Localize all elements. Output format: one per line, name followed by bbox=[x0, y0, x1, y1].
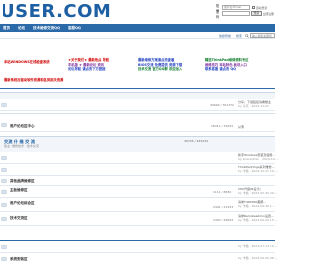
category-header bbox=[0, 92, 275, 99]
notice-col-4: 精选ThinkPad维修资料专区 维修技巧 本站特色 板块入口 联系客服 请点击… bbox=[205, 58, 249, 72]
auto-login-checkbox[interactable] bbox=[252, 6, 255, 9]
last-post-by: by zhanadmin · 2024-10-... bbox=[238, 157, 279, 161]
login-button[interactable]: 登录 bbox=[251, 11, 262, 16]
quick-nav-link[interactable]: 快捷导航 bbox=[219, 34, 231, 38]
username-input[interactable]: 用户名/Email bbox=[222, 5, 250, 10]
forum-status: 从未 bbox=[238, 125, 245, 129]
category-stats: 39725 / 443234 bbox=[184, 139, 208, 143]
forum-last-post: 新手Windows安装及使用... by zhanadmin · 2024-10… bbox=[238, 153, 279, 161]
forum-row[interactable]: 用户论坛区中心 18311 / 31003 从未 bbox=[0, 118, 275, 132]
forum-row[interactable]: by 卡格 · 2024-07-14 10:... bbox=[0, 241, 278, 253]
forum-stats: 30690 / 761372 bbox=[210, 103, 234, 107]
forum-row[interactable]: 系统安装区 by 卡格 · 2024-06-26 06:... bbox=[0, 253, 278, 267]
forum-row[interactable]: ThinkPad/Yoga系列维修... by 卡格 · 2024-10-21 … bbox=[0, 164, 278, 176]
forum-row[interactable]: 技术交流区 1493 / 29093 请求Remoteadmin设置... by… bbox=[0, 212, 278, 226]
forum-row[interactable]: 新手Windows安装及使用... by zhanadmin · 2024-10… bbox=[0, 152, 279, 164]
forum-stats: 18311 / 31003 bbox=[211, 124, 234, 128]
nav-home[interactable]: 首页 bbox=[3, 26, 10, 31]
last-post-by: by 卡格 · 2024-10-21 10:... bbox=[238, 169, 278, 173]
banner-link[interactable]: 最新系统及驱动软件资源和各类相关资源 bbox=[4, 78, 63, 83]
notice-link[interactable]: 联系客服 请点击 QQ bbox=[205, 67, 249, 72]
forum-last-post: 分享，下载链接请看楼主 by 今天 · 2024-11-07 bbox=[238, 100, 271, 108]
nav-tech-qq[interactable]: 技术维修交流QQ bbox=[33, 26, 60, 31]
notice-col-1: 本站WINDOWS在线检查系统 bbox=[4, 60, 50, 65]
forum-stats: 2491 / 11323 bbox=[213, 205, 234, 209]
notice-link[interactable]: 本站WINDOWS在线检查系统 bbox=[4, 60, 50, 65]
forum-stats: 1111 / 8830 bbox=[213, 190, 232, 194]
site-logo[interactable]: USER.COM bbox=[0, 3, 111, 21]
site-header: USER.COM 账号 用户名/Email 自动登录 密码 登录 立即注册 bbox=[0, 0, 275, 24]
category-header: 交流 什 维 交 流 版主: 维修技术 · 技术交流 39725 / 44323… bbox=[0, 136, 275, 152]
forum-icon bbox=[1, 217, 7, 221]
forum-name[interactable]: 系统安装区 bbox=[10, 257, 28, 262]
forum-last-post: by 卡格 · 2024-07-14 10:... bbox=[238, 244, 278, 248]
forum-last-post: CPU升级(B设计) by 卡格 · 2024-05-30 20:... bbox=[238, 187, 278, 195]
divider bbox=[0, 88, 275, 89]
forum-row[interactable]: 其他品牌维修区 bbox=[0, 176, 275, 186]
search-link[interactable]: 搜索 bbox=[236, 34, 242, 38]
password-input[interactable] bbox=[222, 11, 250, 16]
last-post-by: by 卡格 · 2024-06-26 06:... bbox=[238, 256, 278, 260]
login-panel: 账号 用户名/Email 自动登录 密码 登录 立即注册 bbox=[216, 4, 275, 19]
forum-icon bbox=[1, 103, 7, 107]
forum-name[interactable]: 用户论坛区中心 bbox=[10, 124, 35, 129]
last-post-by: by 卡格 · 2024-07-14 10:... bbox=[238, 244, 278, 248]
search-input[interactable]: 输入搜索关键词 bbox=[250, 33, 275, 38]
notice-area: 本站WINDOWS在线检查系统 ★关于我们★ 最新热点 导航 手机版 ★ 最新论… bbox=[0, 42, 275, 72]
forum-icon bbox=[1, 203, 7, 207]
nav-forum[interactable]: 论坛 bbox=[18, 26, 25, 31]
forum-last-post: 请求Remoteadmin设置... by 卡格 · 2024-06-20 15… bbox=[238, 214, 278, 222]
forum-row[interactable]: 用户论坛综合区 2491 / 11323 请求T490T60黑屏... by 卡… bbox=[0, 198, 275, 212]
forum-icon bbox=[1, 123, 7, 127]
forum-icon bbox=[1, 168, 7, 172]
forum-last-post: 请求T490T60黑屏... by 卡格 · 2024-09-30 1... bbox=[238, 200, 275, 208]
forum-name[interactable]: 其他品牌维修区 bbox=[10, 179, 35, 184]
last-post-by: by 今天 · 2024-11-07 bbox=[238, 104, 269, 108]
login-pass-row: 密码 登录 立即注册 bbox=[216, 10, 275, 19]
forum-name[interactable]: 主板维修区 bbox=[10, 188, 28, 193]
forum-icon bbox=[1, 179, 7, 183]
auto-login-label: 自动登录 bbox=[256, 5, 268, 10]
forum-icon bbox=[1, 190, 7, 194]
forum-row[interactable]: 30690 / 761372 分享，下载链接请看楼主 by 今天 · 2024-… bbox=[0, 99, 275, 111]
forum-name[interactable]: 用户论坛综合区 bbox=[10, 201, 35, 206]
notice-link[interactable]: ★关于我们★ 最新热点 导航 bbox=[68, 58, 109, 63]
logo-edge bbox=[0, 3, 3, 21]
forum-last-post: ThinkPad/Yoga系列维修... by 卡格 · 2024-10-21 … bbox=[238, 165, 278, 173]
login-user-row: 账号 用户名/Email 自动登录 bbox=[216, 4, 275, 13]
search-icon[interactable] bbox=[245, 33, 249, 38]
last-post-by: by 卡格 · 2024-06-20 15:... bbox=[238, 218, 278, 222]
forum-icon bbox=[1, 245, 7, 249]
notice-link[interactable]: 论坛导航 请点击下方链接 bbox=[68, 67, 109, 72]
forum-name[interactable]: 技术交流区 bbox=[10, 216, 28, 221]
register-link[interactable]: 立即注册 bbox=[263, 12, 274, 16]
forum-row[interactable]: 主板维修区 1111 / 8830 CPU升级(B设计) by 卡格 · 202… bbox=[0, 186, 278, 198]
nav-service-qq[interactable]: 客服QQ bbox=[68, 26, 81, 31]
forum-stats: 1493 / 29093 bbox=[213, 218, 234, 222]
notice-link[interactable]: 技术交流 官方QQ群 欢迎加入 bbox=[138, 67, 182, 72]
last-post-by: by 卡格 · 2024-09-30 1... bbox=[238, 204, 275, 208]
forum-icon bbox=[1, 257, 7, 261]
main-navbar: 首页 论坛 技术维修交流QQ 客服QQ bbox=[0, 24, 275, 32]
category-moderators: 版主: 维修技术 · 技术交流 bbox=[4, 144, 39, 148]
notice-link[interactable]: 精选ThinkPad维修资料专区 bbox=[205, 58, 249, 63]
last-post-by: by 卡格 · 2024-05-30 20:... bbox=[238, 191, 278, 195]
notice-col-3: 最新维修方案请点击查看 BIOS交流 免费提供 资源下载 技术交流 官方QQ群 … bbox=[138, 58, 182, 72]
forum-icon bbox=[1, 156, 7, 160]
sub-toolbar: 快捷导航 搜索 输入搜索关键词 bbox=[0, 32, 275, 39]
notice-col-2: ★关于我们★ 最新热点 导航 手机版 ★ 最新论坛 资讯 论坛导航 请点击下方链… bbox=[68, 58, 109, 72]
forum-last-post: by 卡格 · 2024-06-26 06:... bbox=[238, 256, 278, 260]
divider bbox=[0, 113, 275, 114]
